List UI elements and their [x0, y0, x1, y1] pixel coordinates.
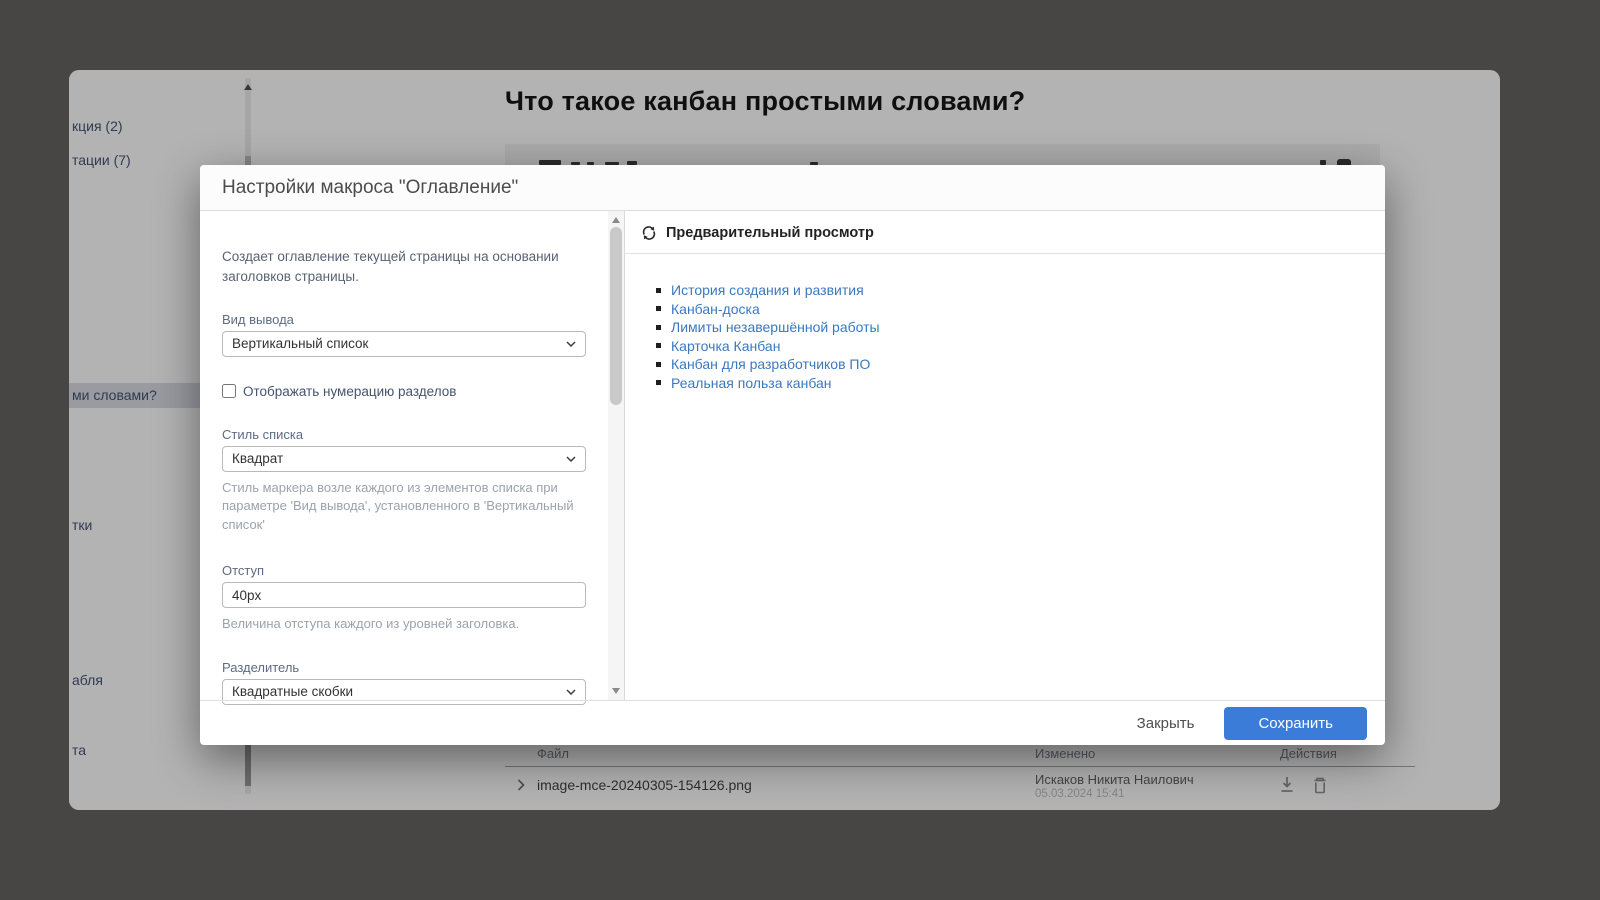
scroll-down-icon[interactable]: [612, 688, 620, 694]
list-style-help: Стиль маркера возле каждого из элементов…: [222, 479, 586, 536]
square-bullet: [656, 343, 661, 348]
list-style-select[interactable]: Квадрат: [222, 446, 586, 472]
form-scrollbar[interactable]: [608, 211, 624, 700]
toc-link[interactable]: Реальная польза канбан: [671, 375, 832, 391]
save-button[interactable]: Сохранить: [1224, 707, 1367, 740]
output-type-value: Вертикальный список: [232, 336, 368, 351]
macro-settings-form: Создает оглавление текущей страницы на о…: [200, 211, 608, 700]
chevron-down-icon: [566, 341, 576, 347]
separator-value: Квадратные скобки: [232, 684, 353, 699]
square-bullet: [656, 362, 661, 367]
numbering-checkbox-label: Отображать нумерацию разделов: [243, 384, 456, 399]
output-type-select[interactable]: Вертикальный список: [222, 331, 586, 357]
list-style-value: Квадрат: [232, 451, 283, 466]
toc-link[interactable]: История создания и развития: [671, 282, 864, 298]
close-button[interactable]: Закрыть: [1137, 715, 1195, 732]
toc-link[interactable]: Лимиты незавершённой работы: [671, 319, 880, 335]
numbering-checkbox[interactable]: [222, 384, 236, 398]
chevron-down-icon: [566, 689, 576, 695]
output-type-label: Вид вывода: [222, 312, 586, 327]
square-bullet: [656, 288, 661, 293]
preview-pane: Предварительный просмотр История создани…: [624, 211, 1385, 700]
dialog-title: Настройки макроса "Оглавление": [200, 165, 1385, 211]
toc-link[interactable]: Канбан-доска: [671, 301, 760, 317]
numbering-checkbox-row[interactable]: Отображать нумерацию разделов: [222, 384, 586, 399]
macro-description: Создает оглавление текущей страницы на о…: [222, 247, 586, 288]
refresh-icon[interactable]: [641, 225, 657, 241]
list-style-label: Стиль списка: [222, 427, 586, 442]
preview-toc-list: История создания и развития Канбан-доска…: [625, 254, 1385, 392]
toc-link[interactable]: Карточка Канбан: [671, 338, 780, 354]
scroll-up-icon[interactable]: [612, 217, 620, 223]
preview-title: Предварительный просмотр: [666, 225, 874, 241]
dialog-footer: Закрыть Сохранить: [200, 700, 1385, 745]
macro-settings-dialog: Настройки макроса "Оглавление" Создает о…: [200, 165, 1385, 745]
indent-label: Отступ: [222, 563, 586, 578]
square-bullet: [656, 325, 661, 330]
chevron-down-icon: [566, 456, 576, 462]
separator-label: Разделитель: [222, 660, 586, 675]
square-bullet: [656, 306, 661, 311]
toc-link[interactable]: Канбан для разработчиков ПО: [671, 356, 870, 372]
indent-input[interactable]: [222, 582, 586, 608]
square-bullet: [656, 380, 661, 385]
indent-help: Величина отступа каждого из уровней заго…: [222, 615, 586, 634]
form-scrollbar-thumb[interactable]: [610, 227, 622, 405]
